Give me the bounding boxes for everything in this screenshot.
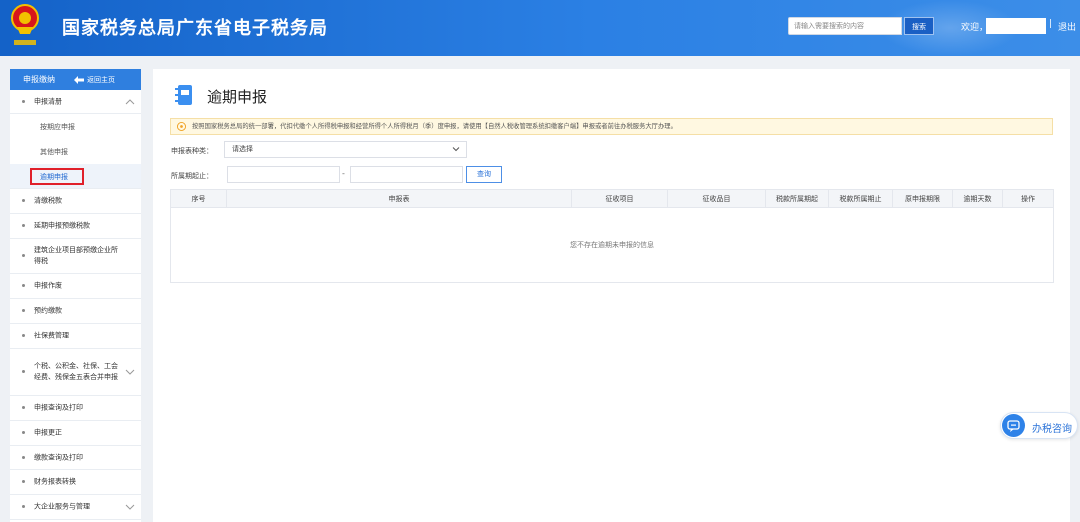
notice-text: 按照国家税务总局的统一部署，代扣代缴个人所得税申报和经营所得个人所得税月（季）度… — [192, 123, 677, 130]
col-deadline: 原申报期限 — [892, 190, 952, 208]
col-form: 申报表 — [226, 190, 571, 208]
bullet-icon — [22, 455, 25, 459]
bullet-icon — [22, 224, 25, 227]
sidebar-item-label: 大企业服务与管理 — [34, 502, 90, 511]
sidebar-item-construction[interactable]: 建筑企业项目部预缴企业所得税 — [10, 239, 141, 274]
header-separator: | — [1049, 19, 1053, 29]
declaration-type-select[interactable]: 请选择 — [224, 141, 467, 158]
sidebar-item-query-print[interactable]: 申报查询及打印 — [10, 396, 141, 421]
search-input[interactable]: 请输入需要搜索的内容 — [788, 17, 902, 35]
sidebar-subitem-other[interactable]: 其他申报 — [10, 139, 141, 164]
tax-consult-button[interactable]: 办税咨询 — [1000, 412, 1078, 439]
sidebar: 申报缴纳 返回主页 申报清册 按期应申报 其他申报 逾期申报 清缴税款 延期申报… — [10, 69, 141, 522]
col-action: 操作 — [1002, 190, 1053, 208]
sidebar-item-appointment[interactable]: 预约缴款 — [10, 299, 141, 324]
sidebar-item-label: 申报更正 — [34, 428, 62, 437]
sidebar-item-label: 清缴税款 — [34, 196, 62, 205]
col-period-end: 税款所属期止 — [828, 190, 892, 208]
table-header: 序号 申报表 征收项目 征收品目 税款所属期起 税款所属期止 原申报期限 逾期天… — [171, 190, 1053, 208]
bullet-icon — [22, 99, 25, 103]
subitem-label: 其他申报 — [40, 148, 68, 156]
col-levy-category: 征收品目 — [667, 190, 765, 208]
tax-emblem-icon — [11, 4, 39, 45]
col-index: 序号 — [191, 195, 206, 203]
bullet-icon — [22, 431, 25, 434]
info-icon — [177, 122, 186, 131]
sidebar-item-label: 申报查询及打印 — [34, 403, 83, 412]
col-overdue-days: 逾期天数 — [952, 190, 1002, 208]
bullet-icon — [22, 284, 25, 287]
chevron-up-icon — [125, 98, 135, 104]
sidebar-header: 申报缴纳 返回主页 — [10, 69, 141, 90]
search-button[interactable]: 搜索 — [904, 17, 934, 35]
period-dash: - — [342, 169, 345, 178]
bullet-icon — [22, 406, 25, 409]
sidebar-item-five-in-one[interactable]: 个税、公积金、社保、工会经费、残保金五表合并申报 — [10, 349, 141, 396]
empty-message: 您不存在逾期未申报的信息 — [570, 241, 654, 249]
declaration-type-label: 申报表种类： — [171, 147, 213, 155]
bullet-icon — [22, 199, 25, 202]
period-end-input[interactable] — [350, 166, 463, 183]
sidebar-item-social-security[interactable]: 社保费管理 — [10, 324, 141, 349]
consult-label: 办税咨询 — [1032, 424, 1072, 435]
welcome-text: 欢迎， — [961, 23, 989, 33]
chevron-down-icon — [452, 147, 460, 152]
sidebar-item-label: 预约缴款 — [34, 306, 62, 315]
bullet-icon — [22, 505, 25, 508]
top-header: 国家税务总局广东省电子税务局 请输入需要搜索的内容 搜索 欢迎， | 退出 — [0, 0, 1080, 56]
bullet-icon — [22, 254, 25, 257]
sidebar-item-label: 建筑企业项目部预缴企业所得税 — [34, 246, 118, 265]
chat-icon — [1002, 414, 1025, 437]
page-title: 逾期申报 — [207, 88, 268, 106]
main-panel: 逾期申报 按照国家税务总局的统一部署，代扣代缴个人所得税申报和经营所得个人所得税… — [153, 69, 1070, 522]
sidebar-subitem-overdue[interactable]: 逾期申报 — [10, 164, 141, 189]
sidebar-item-declaration-list[interactable]: 申报清册 — [10, 90, 141, 114]
query-button[interactable]: 查询 — [466, 166, 502, 183]
sidebar-item-label: 缴款查询及打印 — [34, 453, 83, 461]
sidebar-item-financial-report[interactable]: 财务报表转换 — [10, 470, 141, 495]
sidebar-item-label: 申报清册 — [34, 97, 62, 105]
username-field — [986, 18, 1046, 34]
sidebar-item-void[interactable]: 申报作废 — [10, 274, 141, 299]
sidebar-item-label: 社保费管理 — [34, 331, 69, 340]
logout-link[interactable]: 退出 — [1058, 20, 1076, 33]
overdue-table: 序号 申报表 征收项目 征收品目 税款所属期起 税款所属期止 原申报期限 逾期天… — [170, 189, 1054, 283]
sidebar-item-tax-payment[interactable]: 清缴税款 — [10, 189, 141, 214]
back-arrow-icon — [74, 76, 84, 84]
sidebar-item-large-enterprise[interactable]: 大企业服务与管理 — [10, 495, 141, 520]
sidebar-item-label: 延期申报预缴税款 — [34, 221, 90, 230]
bullet-icon — [22, 480, 25, 483]
period-start-input[interactable] — [227, 166, 340, 183]
chevron-down-icon — [125, 369, 135, 375]
subitem-label: 逾期申报 — [40, 173, 68, 181]
bullet-icon — [22, 309, 25, 312]
sidebar-item-deferred[interactable]: 延期申报预缴税款 — [10, 214, 141, 239]
period-label: 所属期起止： — [171, 172, 213, 180]
bullet-icon — [22, 370, 25, 373]
sidebar-title: 申报缴纳 — [23, 75, 55, 84]
sidebar-item-payment-query[interactable]: 缴款查询及打印 — [10, 446, 141, 470]
back-home-link[interactable]: 返回主页 — [87, 75, 115, 85]
sidebar-subitem-scheduled[interactable]: 按期应申报 — [10, 114, 141, 139]
col-period-start: 税款所属期起 — [765, 190, 828, 208]
document-icon — [175, 85, 192, 105]
sidebar-item-label: 个税、公积金、社保、工会经费、残保金五表合并申报 — [34, 362, 118, 381]
sidebar-item-correction[interactable]: 申报更正 — [10, 421, 141, 446]
bullet-icon — [22, 334, 25, 337]
col-levy-item: 征收项目 — [571, 190, 667, 208]
notice-banner: 按照国家税务总局的统一部署，代扣代缴个人所得税申报和经营所得个人所得税月（季）度… — [170, 118, 1053, 135]
sidebar-item-label: 财务报表转换 — [34, 477, 76, 486]
site-title: 国家税务总局广东省电子税务局 — [62, 18, 328, 39]
chevron-down-icon — [125, 504, 135, 510]
select-value: 请选择 — [232, 145, 253, 153]
subitem-label: 按期应申报 — [40, 123, 75, 131]
sidebar-item-label: 申报作废 — [34, 281, 62, 290]
